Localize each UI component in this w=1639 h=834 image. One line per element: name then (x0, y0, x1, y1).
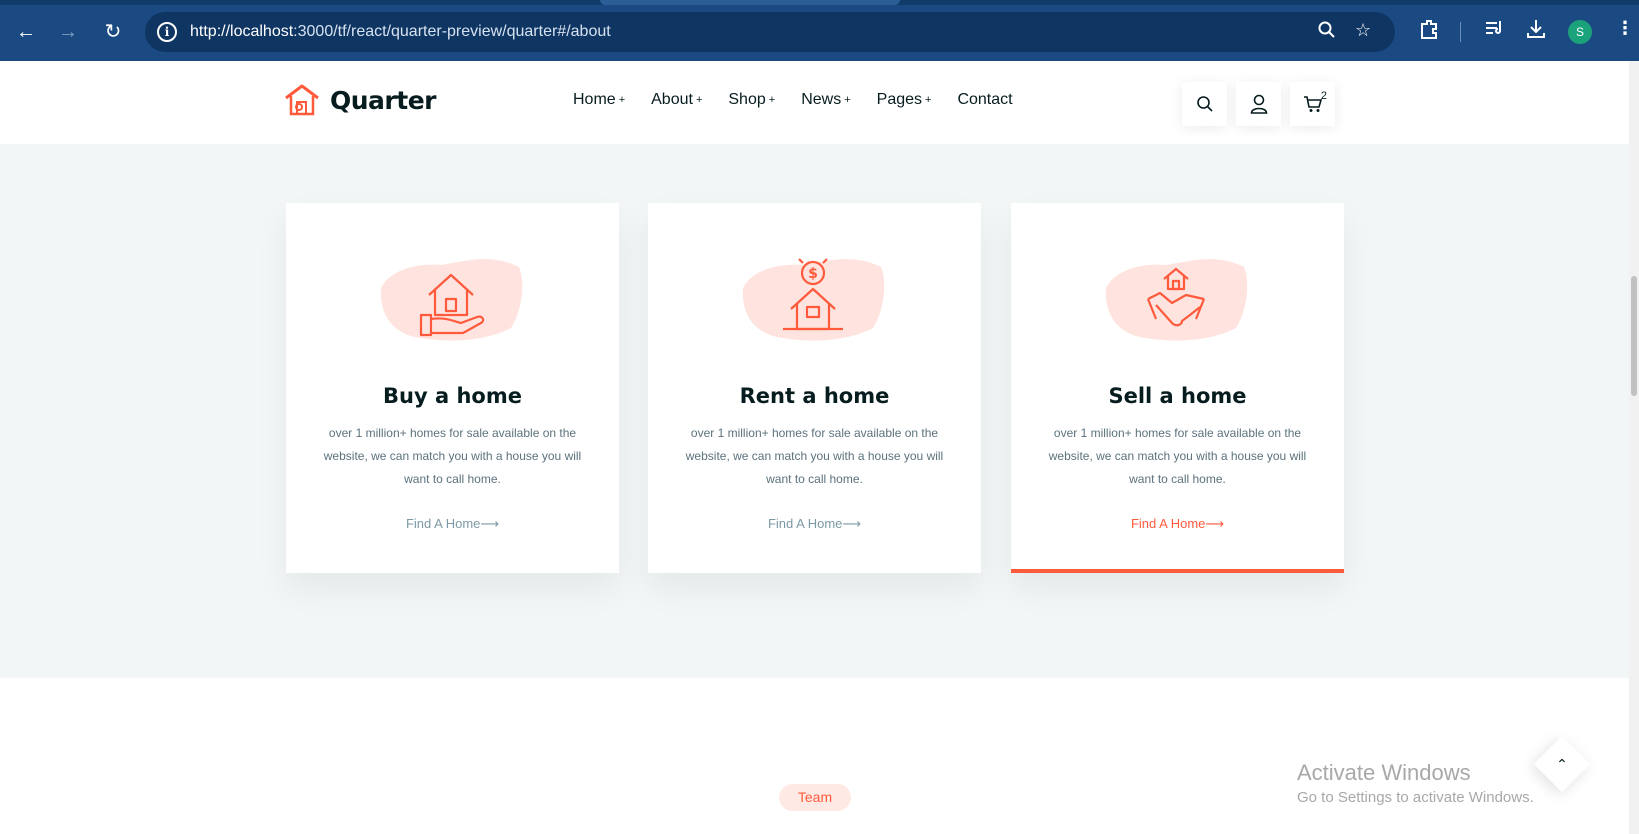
active-tab[interactable] (600, 0, 900, 5)
site-logo[interactable]: Quarter (284, 83, 437, 117)
card-description: over 1 million+ homes for sale available… (1048, 426, 1307, 486)
forward-arrow-icon[interactable]: → (54, 18, 82, 46)
site-header: Quarter Home + About + Shop + News + Pages + … (0, 61, 1629, 144)
menu-item-label: About (651, 91, 693, 108)
logo-house-icon (285, 84, 319, 116)
service-card-sell: Sell a home over 1 million+ homes for sa… (1011, 203, 1344, 573)
card-title: Sell a home (1108, 384, 1247, 408)
menu-item-home[interactable]: Home + (573, 91, 625, 109)
watermark-line2: Go to Settings to activate Windows. (1297, 789, 1534, 806)
card-title: Buy a home (383, 384, 522, 408)
account-button[interactable] (1236, 82, 1281, 126)
plus-icon: + (844, 94, 851, 106)
url-host: http://localhost (190, 23, 294, 40)
extensions-icon[interactable] (1418, 18, 1440, 45)
search-icon (1196, 96, 1213, 112)
card-title: Rent a home (739, 384, 890, 408)
url-path: :3000/tf/react/quarter-preview/quarter#/… (293, 23, 611, 40)
menu-item-shop[interactable]: Shop + (728, 91, 775, 109)
address-bar[interactable]: i http://localhost:3000/tf/react/quarter… (145, 12, 1395, 52)
windows-activation-watermark: Activate Windows Go to Settings to activ… (1297, 760, 1534, 806)
toolbar-separator (1460, 22, 1461, 42)
card-description: over 1 million+ homes for sale available… (323, 426, 582, 486)
team-badge: Team (779, 784, 851, 811)
plus-icon: + (925, 94, 932, 106)
cart-count-badge: 2 (1320, 90, 1327, 102)
service-card-buy: Buy a home over 1 million+ homes for sal… (286, 203, 619, 573)
logo-text: Quarter (330, 85, 437, 115)
zoom-icon[interactable] (1317, 20, 1337, 45)
menu-item-pages[interactable]: Pages + (877, 91, 932, 109)
main-menu: Home + About + Shop + News + Pages + Contact (573, 91, 1013, 109)
site-info-icon[interactable]: i (157, 22, 177, 42)
page-viewport: Quarter Home + About + Shop + News + Pages + … (0, 61, 1629, 834)
search-button[interactable] (1182, 82, 1227, 126)
scroll-to-top-button[interactable]: ⌃ (1533, 735, 1591, 793)
url-text[interactable]: http://localhost:3000/tf/react/quarter-p… (190, 23, 611, 41)
menu-item-label: Shop (728, 91, 766, 108)
handshake-house-icon (1096, 243, 1256, 348)
cart-button[interactable]: 2 (1290, 82, 1335, 126)
browser-toolbar: ← → ↻ i http://localhost:3000/tf/react/q… (0, 0, 1639, 61)
watermark-line1: Activate Windows (1297, 760, 1471, 785)
card-description: over 1 million+ homes for sale available… (685, 426, 944, 486)
cart-icon (1303, 96, 1322, 112)
find-a-home-link[interactable]: Find A Home⟶ (286, 516, 619, 532)
house-dollar-icon: $ (733, 243, 893, 348)
menu-item-label: Contact (957, 91, 1013, 108)
menu-item-about[interactable]: About + (651, 91, 702, 109)
find-a-home-link[interactable]: Find A Home⟶ (1011, 516, 1344, 532)
menu-item-label: News (801, 91, 842, 108)
team-section: Team Activate Windows Go to Settings to … (0, 678, 1629, 834)
services-section: Buy a home over 1 million+ homes for sal… (0, 144, 1629, 678)
plus-icon: + (768, 94, 776, 106)
kebab-menu-icon[interactable]: ⋮ (1616, 18, 1634, 39)
plus-icon: + (618, 94, 626, 106)
chevron-up-icon: ⌃ (1556, 756, 1568, 772)
menu-item-contact[interactable]: Contact (957, 91, 1012, 109)
page-scrollbar[interactable] (1629, 61, 1639, 834)
svg-text:$: $ (808, 266, 818, 282)
menu-item-label: Pages (876, 91, 923, 108)
plus-icon: + (695, 94, 703, 106)
service-card-rent: $ Rent a home over 1 million+ homes for … (648, 203, 981, 573)
user-icon (1250, 94, 1267, 114)
scrollbar-thumb[interactable] (1631, 276, 1637, 396)
bookmark-star-icon[interactable]: ☆ (1355, 20, 1371, 41)
menu-item-label: Home (573, 91, 616, 108)
menu-item-news[interactable]: News + (801, 91, 850, 109)
reading-list-icon[interactable] (1484, 18, 1506, 43)
house-in-hand-icon (371, 243, 531, 348)
back-arrow-icon[interactable]: ← (12, 18, 40, 46)
find-a-home-link[interactable]: Find A Home⟶ (648, 516, 981, 532)
reload-icon[interactable]: ↻ (99, 18, 127, 46)
profile-avatar[interactable]: S (1568, 20, 1592, 44)
download-icon[interactable] (1525, 18, 1547, 45)
tab-strip (0, 0, 1639, 5)
